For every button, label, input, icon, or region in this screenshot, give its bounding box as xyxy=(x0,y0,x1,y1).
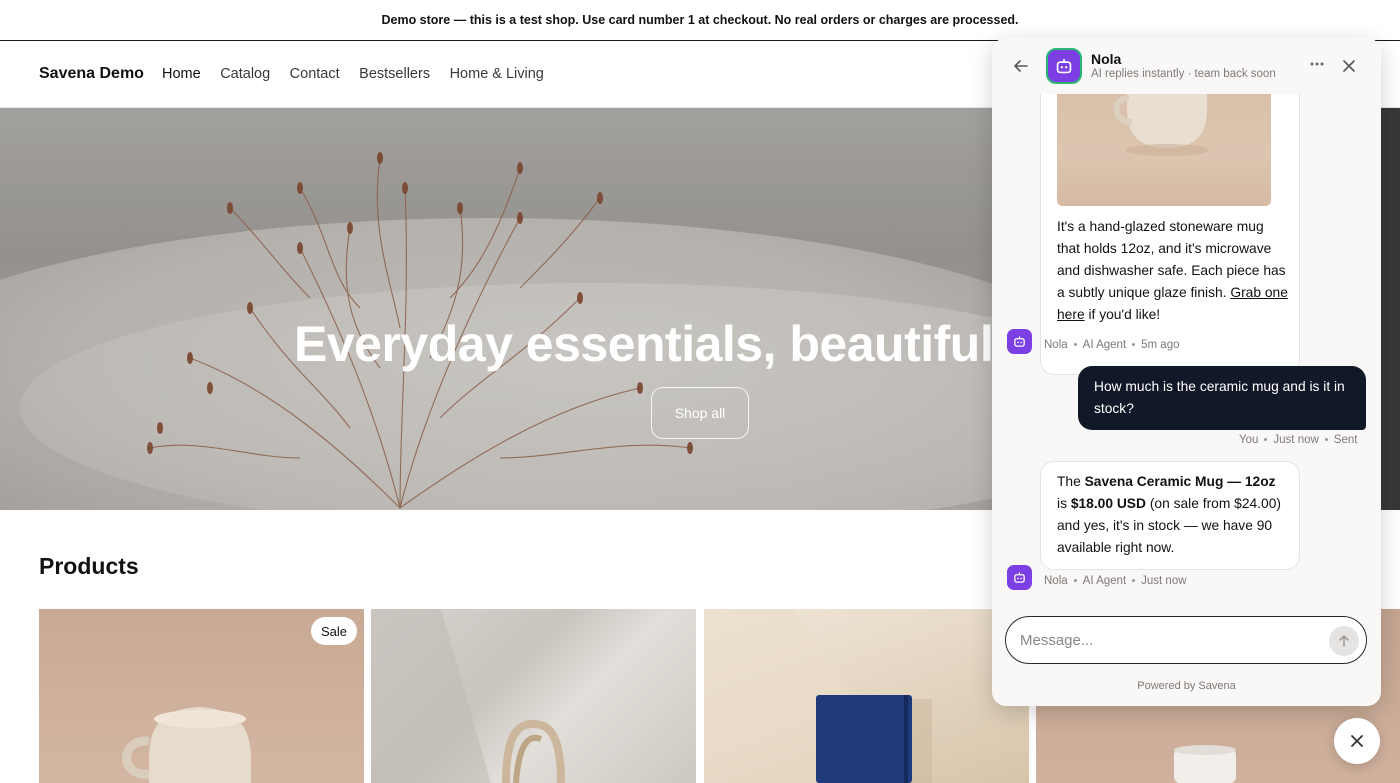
hero-edge xyxy=(1380,108,1400,510)
shop-all-button[interactable]: Shop all xyxy=(651,387,749,439)
store-logo[interactable]: Savena Demo xyxy=(39,65,144,83)
bot-avatar-icon xyxy=(1007,329,1032,354)
agent-status: AI replies instantly · team back soon xyxy=(1091,68,1276,80)
hero-title: Everyday essentials, beautifully m xyxy=(294,316,1092,372)
bot-message-1: It's a hand-glazed stoneware mug that ho… xyxy=(1040,78,1300,375)
meta-time: Just now xyxy=(1141,575,1187,587)
bot-avatar-icon xyxy=(1007,565,1032,590)
mug-thumbnail-image xyxy=(1057,78,1271,206)
meta-time: Just now xyxy=(1273,434,1319,446)
nav-catalog[interactable]: Catalog xyxy=(220,66,270,82)
bot-message-2-pre: The xyxy=(1057,474,1085,489)
close-icon[interactable] xyxy=(1340,57,1358,75)
product-name: Savena Ceramic Mug — 12oz xyxy=(1084,474,1276,489)
close-icon xyxy=(1351,735,1363,747)
meta-sender: Nola xyxy=(1044,575,1068,587)
nav-bestsellers[interactable]: Bestsellers xyxy=(359,66,430,82)
meta-sender: Nola xyxy=(1044,339,1068,351)
meta-time: 5m ago xyxy=(1141,339,1180,351)
meta-status: Sent xyxy=(1333,434,1358,446)
message-input[interactable] xyxy=(1020,629,1320,651)
user-message-meta: You Just now Sent xyxy=(1239,434,1357,446)
product-card-notebook[interactable] xyxy=(704,609,1029,783)
tote-bag-image xyxy=(371,609,565,783)
back-arrow-icon[interactable] xyxy=(1012,57,1030,75)
chat-widget: It's a hand-glazed stoneware mug that ho… xyxy=(992,38,1381,706)
message-composer xyxy=(1005,616,1367,664)
more-options-icon[interactable] xyxy=(1307,56,1327,76)
chat-toggle-close-button[interactable] xyxy=(1334,718,1380,764)
notebook-image xyxy=(704,609,932,783)
product-price: $18.00 USD xyxy=(1070,496,1146,511)
product-card-tote[interactable] xyxy=(371,609,696,783)
chat-header: Nola AI replies instantly · team back so… xyxy=(992,38,1381,94)
agent-name: Nola xyxy=(1091,51,1122,67)
bot-message-1-suffix: if you'd like! xyxy=(1084,307,1161,322)
agent-avatar xyxy=(1046,48,1082,84)
announcement-bar: Demo store — this is a test shop. Use ca… xyxy=(0,0,1400,41)
meta-role: AI Agent xyxy=(1082,339,1127,351)
main-nav: Home Catalog Contact Bestsellers Home & … xyxy=(162,66,563,82)
nav-home-living[interactable]: Home & Living xyxy=(450,66,544,82)
nav-home[interactable]: Home xyxy=(162,66,201,82)
powered-by: Powered by Savena xyxy=(1137,680,1236,692)
products-heading: Products xyxy=(39,553,139,579)
meta-role: AI Agent xyxy=(1082,575,1127,587)
bot-message-2-meta: Nola AI Agent Just now xyxy=(1044,575,1187,587)
bot-message-2-mid: is xyxy=(1057,496,1071,511)
robot-icon xyxy=(1056,58,1072,74)
announcement-text: Demo store — this is a test shop. Use ca… xyxy=(381,13,1019,27)
arrow-up-icon xyxy=(1339,635,1349,647)
bot-message-2: The Savena Ceramic Mug — 12oz is $18.00 … xyxy=(1040,461,1300,570)
sale-badge: Sale xyxy=(311,617,358,645)
user-message: How much is the ceramic mug and is it in… xyxy=(1078,366,1366,430)
bot-message-1-text: It's a hand-glazed stoneware mug that ho… xyxy=(1057,216,1289,326)
send-button[interactable] xyxy=(1329,626,1359,656)
meta-sender: You xyxy=(1239,434,1259,446)
bot-message-1-meta: Nola AI Agent 5m ago xyxy=(1044,339,1180,351)
nav-contact[interactable]: Contact xyxy=(290,66,340,82)
